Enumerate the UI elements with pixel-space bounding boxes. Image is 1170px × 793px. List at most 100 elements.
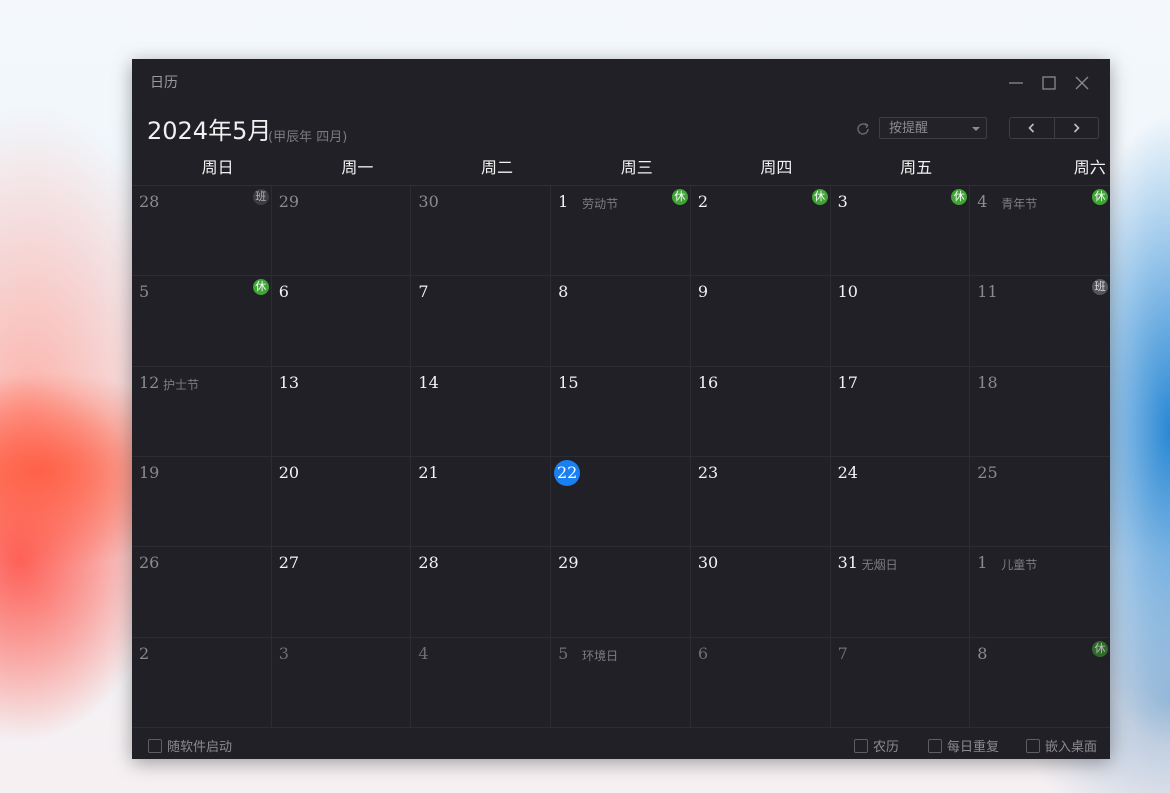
festival-label: 护士节 xyxy=(163,377,200,392)
maximize-button[interactable] xyxy=(1037,71,1061,95)
prev-month-button[interactable] xyxy=(1010,118,1054,138)
start-with-app-checkbox[interactable]: 随软件启动 xyxy=(148,736,232,755)
day-cell[interactable]: 30 xyxy=(690,547,831,638)
day-number: 5 xyxy=(139,282,150,302)
day-cell[interactable]: 7 xyxy=(830,637,971,728)
day-cell[interactable]: 2休 xyxy=(690,186,831,277)
day-number: 31 xyxy=(837,553,858,573)
festival-label: 无烟日 xyxy=(861,558,898,573)
day-cell[interactable]: 18 xyxy=(970,367,1110,457)
day-number: 15 xyxy=(558,372,579,392)
day-cell[interactable]: 30 xyxy=(411,186,552,277)
day-number: 28 xyxy=(418,553,439,573)
day-cell[interactable]: 9 xyxy=(690,276,831,367)
holiday-rest-badge: 休 xyxy=(951,189,968,205)
day-cell[interactable]: 12 护士节 xyxy=(132,366,272,457)
footer: 随软件启动 农历 每日重复 嵌入桌面 xyxy=(132,727,1110,759)
checkbox-box[interactable] xyxy=(148,738,162,753)
title-bar[interactable]: 日历 xyxy=(132,59,1110,105)
day-cell[interactable]: 13 xyxy=(271,366,412,457)
day-cell[interactable]: 31 无烟日 xyxy=(830,547,971,638)
day-cell[interactable]: 24 xyxy=(830,457,971,548)
day-number: 14 xyxy=(418,372,439,392)
day-cell[interactable]: 15 xyxy=(551,366,691,457)
holiday-rest-badge: 休 xyxy=(252,279,269,296)
day-number: 11 xyxy=(977,282,998,302)
day-cell[interactable]: 21 xyxy=(411,457,552,548)
checkbox-box[interactable] xyxy=(1026,738,1040,753)
next-month-button[interactable] xyxy=(1053,118,1099,138)
day-cell[interactable]: 25 xyxy=(970,457,1110,548)
weekday-label: 周四 xyxy=(760,158,793,177)
day-number: 25 xyxy=(977,463,998,482)
weekday-header: 周日 周一 周二 周三 周四 周五 周六 xyxy=(132,151,1110,185)
refresh-button[interactable] xyxy=(854,120,872,138)
daily-repeat-checkbox[interactable]: 每日重复 xyxy=(928,736,999,755)
weekday-label: 周一 xyxy=(341,158,374,177)
day-cell[interactable]: 29 xyxy=(271,186,412,277)
festival-label: 青年节 xyxy=(1001,197,1038,211)
daily-repeat-label: 每日重复 xyxy=(947,740,1000,755)
month-navigation xyxy=(1009,117,1099,139)
day-number: 1 xyxy=(977,553,988,573)
day-cell[interactable]: 14 xyxy=(411,366,552,457)
day-cell[interactable]: 5 环境日 xyxy=(551,637,691,728)
day-cell[interactable]: 10 xyxy=(830,276,971,367)
minimize-icon xyxy=(1009,82,1023,84)
day-number: 8 xyxy=(558,282,569,302)
day-cell[interactable]: 17 xyxy=(830,366,971,457)
weekday-label: 周三 xyxy=(620,158,653,177)
embed-desktop-checkbox[interactable]: 嵌入桌面 xyxy=(1026,736,1097,755)
day-cell[interactable]: 6 xyxy=(690,637,831,728)
month-title: 2024年5月 xyxy=(147,117,272,145)
day-number: 2 xyxy=(697,192,709,211)
day-number: 29 xyxy=(278,192,300,211)
day-cell[interactable]: 1 劳动节 休 xyxy=(551,186,691,277)
day-cell[interactable]: 8休 xyxy=(970,638,1110,728)
day-cell-today[interactable]: 22 xyxy=(551,457,691,548)
day-cell[interactable]: 3休 xyxy=(830,186,971,277)
day-cell[interactable]: 4 xyxy=(411,637,552,728)
day-cell[interactable]: 2 xyxy=(132,637,272,728)
reminder-dropdown[interactable]: 按提醒 xyxy=(879,117,987,139)
day-number: 28 xyxy=(139,192,160,211)
day-cell[interactable]: 26 xyxy=(132,547,272,638)
day-cell[interactable]: 4 青年节 休 xyxy=(970,186,1110,277)
day-cell[interactable]: 28 xyxy=(411,547,552,638)
day-number: 2 xyxy=(139,643,150,663)
day-number: 3 xyxy=(278,643,289,663)
minimize-button[interactable] xyxy=(1004,71,1028,95)
close-button[interactable] xyxy=(1070,71,1094,95)
day-cell[interactable]: 16 xyxy=(690,366,831,457)
day-number: 6 xyxy=(278,282,289,302)
checkbox-box[interactable] xyxy=(854,738,868,753)
day-cell[interactable]: 11 班 xyxy=(970,276,1110,367)
lunar-checkbox[interactable]: 农历 xyxy=(854,736,899,755)
day-cell[interactable]: 27 xyxy=(271,547,412,638)
day-cell[interactable]: 3 xyxy=(271,637,412,728)
day-cell[interactable]: 29 xyxy=(551,547,691,638)
day-number: 10 xyxy=(837,282,858,302)
day-cell[interactable]: 5休 xyxy=(132,276,272,367)
checkbox-box[interactable] xyxy=(928,738,942,753)
day-cell[interactable]: 6 xyxy=(271,276,412,367)
refresh-icon xyxy=(857,122,869,135)
holiday-rest-badge: 休 xyxy=(811,189,828,205)
start-with-app-label: 随软件启动 xyxy=(167,740,233,755)
day-number: 30 xyxy=(418,192,439,211)
day-cell[interactable]: 23 xyxy=(690,457,831,548)
day-cell[interactable]: 1 儿童节 xyxy=(970,547,1110,638)
day-number: 1 xyxy=(558,192,569,211)
day-number: 12 xyxy=(139,372,160,392)
calendar-grid: 28 班 29 30 1 劳动节休 2 休 3 休 4 青年节休 5 休 6 7 8 9 10 11 班 12 护士节 13 1… xyxy=(132,185,1110,728)
day-number: 7 xyxy=(418,282,429,302)
day-cell[interactable]: 7 xyxy=(411,276,552,367)
day-cell[interactable]: 19 xyxy=(132,457,272,548)
festival-label: 环境日 xyxy=(582,648,619,663)
day-cell[interactable]: 28 班 xyxy=(132,186,272,277)
day-cell[interactable]: 20 xyxy=(271,457,412,548)
workday-badge: 班 xyxy=(1091,279,1108,296)
day-cell[interactable]: 8 xyxy=(551,276,691,367)
maximize-icon xyxy=(1042,76,1056,90)
window-title: 日历 xyxy=(150,75,178,91)
